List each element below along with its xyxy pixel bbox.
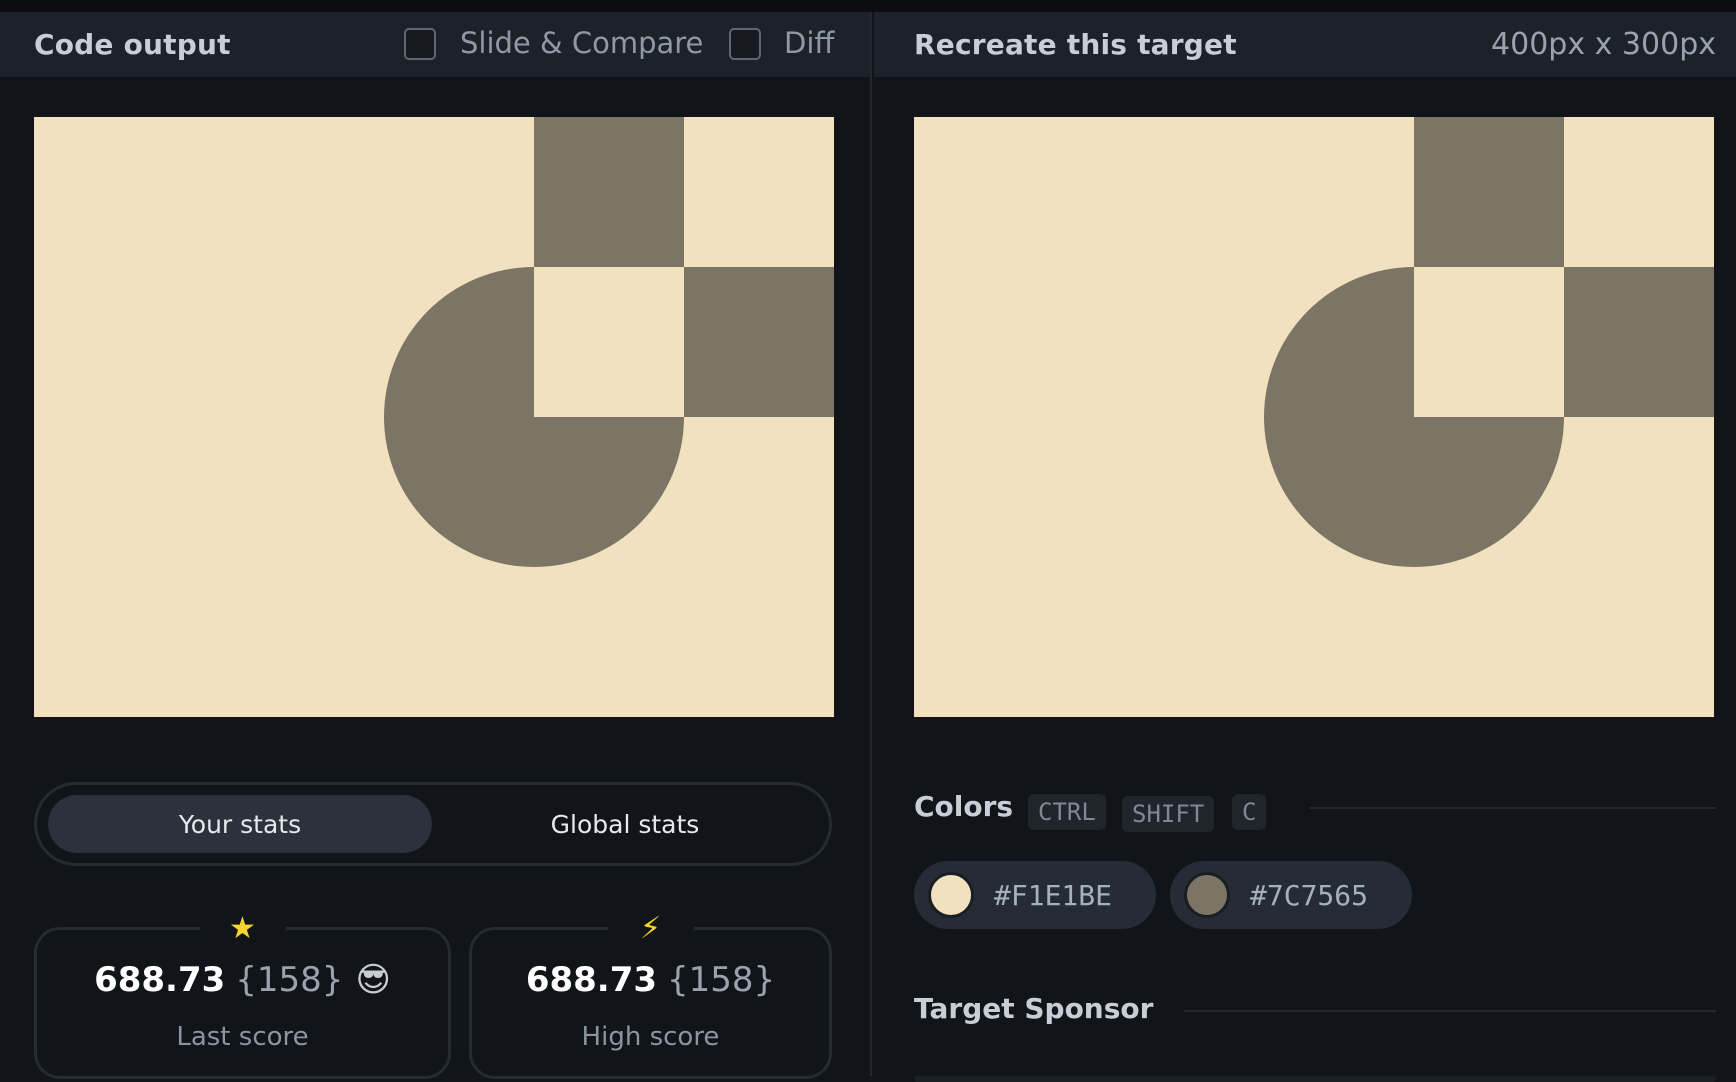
kbd-c: C (1232, 794, 1267, 830)
diff-label[interactable]: Diff (784, 26, 834, 60)
window-top-strip (0, 0, 1736, 12)
target-title: Recreate this target (914, 28, 1237, 61)
tab-global-stats[interactable]: Global stats (433, 795, 817, 853)
color-swatch-1[interactable]: #F1E1BE (914, 861, 1156, 929)
target-sponsor-title: Target Sponsor (914, 992, 1154, 1025)
code-output-canvas[interactable] (34, 117, 834, 717)
colors-title: Colors (914, 790, 1014, 823)
code-output-title: Code output (34, 28, 231, 61)
last-score-card: ★ 688.73 {158} 😎 Last score (34, 908, 451, 1079)
last-score-line: 688.73 {158} 😎 (37, 960, 448, 1000)
high-score-label: High score (581, 1022, 720, 1052)
high-score-card: ⚡ 688.73 {158} High score (469, 908, 832, 1079)
high-score-value: 688.73 (525, 960, 658, 1000)
diff-checkbox[interactable] (729, 28, 761, 60)
code-output-header: Code output Slide & Compare Diff (0, 12, 870, 77)
code-output-panel: Code output Slide & Compare Diff Your st… (0, 12, 872, 1079)
color-swatch-1-hex: #F1E1BE (994, 878, 1113, 912)
canvas-top-square (534, 117, 684, 267)
kbd-ctrl: CTRL (1028, 794, 1106, 830)
target-header: Recreate this target 400px x 300px (874, 12, 1736, 77)
target-right-square (1564, 267, 1714, 417)
sponsor-content-edge (914, 1076, 1716, 1082)
high-score-count: {158} (667, 960, 776, 1000)
color-swatch-2[interactable]: #7C7565 (1170, 861, 1412, 929)
high-score-line: 688.73 {158} (472, 960, 829, 1000)
last-score-value: 688.73 (94, 960, 226, 1000)
tab-your-stats[interactable]: Your stats (48, 795, 432, 853)
slide-compare-label[interactable]: Slide & Compare (460, 26, 703, 60)
kbd-shift: SHIFT (1122, 796, 1215, 832)
target-top-square (1414, 117, 1564, 267)
lightning-icon: ⚡ (607, 908, 694, 948)
star-icon: ★ (199, 908, 286, 948)
last-score-count: {158} (235, 960, 344, 1000)
target-canvas (914, 117, 1714, 717)
canvas-center-square (534, 267, 684, 417)
color-swatch-2-hex: #7C7565 (1250, 878, 1369, 912)
color-swatch-1-dot (928, 872, 974, 918)
colors-divider (1310, 807, 1716, 809)
slide-compare-checkbox[interactable] (404, 28, 436, 60)
sunglasses-emoji-icon: 😎 (355, 960, 391, 1000)
target-center-square (1414, 267, 1564, 417)
canvas-right-square (684, 267, 834, 417)
last-score-label: Last score (176, 1022, 309, 1052)
target-panel: Recreate this target 400px x 300px Color… (874, 12, 1736, 1082)
stats-toggle: Your stats Global stats (34, 782, 832, 866)
target-dimensions: 400px x 300px (1491, 27, 1716, 62)
color-swatch-2-dot (1184, 872, 1230, 918)
sponsor-divider (1184, 1010, 1716, 1012)
